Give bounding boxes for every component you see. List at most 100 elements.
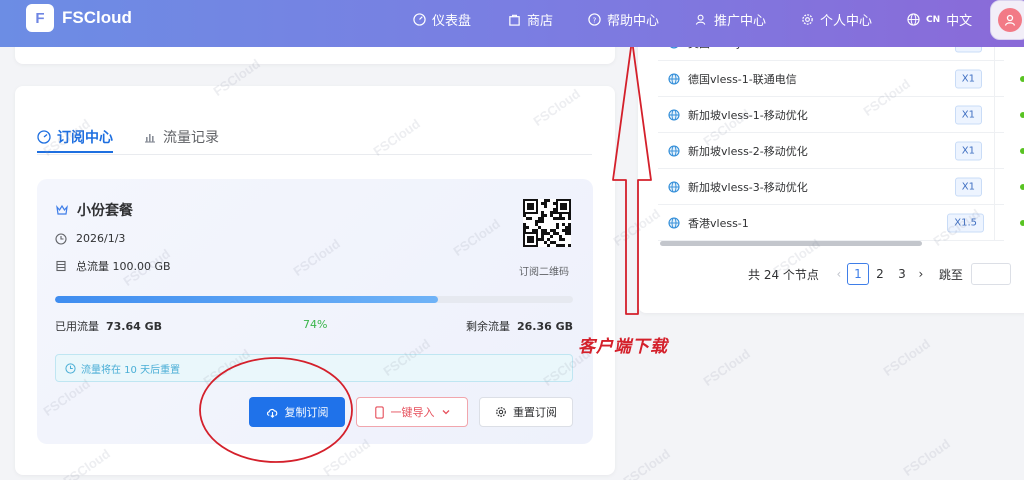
- nav-profile-label: 个人中心: [820, 14, 873, 29]
- online-status-dot: [1020, 184, 1024, 190]
- gear-icon: [802, 14, 813, 25]
- plan-name: 小份套餐: [77, 203, 133, 219]
- tab-traffic-records[interactable]: 流量记录: [143, 122, 219, 152]
- watermark-text: FSCloud: [900, 436, 953, 479]
- nav-promotion[interactable]: 推广中心: [695, 10, 766, 29]
- page-2[interactable]: 2: [869, 263, 891, 285]
- globe-icon: [668, 72, 680, 85]
- node-multiplier: X1.5: [947, 213, 984, 232]
- pagination: 共 24 个节点 ‹ 1 2 3 › 跳至: [748, 263, 1011, 285]
- column-divider: [994, 133, 995, 168]
- nav-promotion-label: 推广中心: [714, 14, 767, 29]
- tab-divider: [37, 154, 592, 155]
- mobile-icon: [374, 405, 384, 419]
- nav-language[interactable]: CN 中文: [907, 10, 972, 29]
- column-divider: [994, 205, 995, 240]
- page-3[interactable]: 3: [891, 263, 913, 285]
- node-name: 新加坡vless-3-移动优化: [688, 180, 808, 194]
- globe-icon: [907, 13, 920, 26]
- node-row[interactable]: 德国vless-1-联通电信 X1: [658, 61, 1024, 97]
- node-name: 香港vless-1: [688, 216, 749, 230]
- gauge-icon: [37, 130, 51, 144]
- jump-label: 跳至: [938, 267, 963, 282]
- traffic-progress-fill: [55, 296, 439, 303]
- help-icon: ?: [588, 13, 601, 26]
- nav-shop[interactable]: 商店: [508, 10, 553, 29]
- node-row[interactable]: 新加坡vless-2-移动优化 X1: [658, 133, 1024, 169]
- node-row[interactable]: 新加坡vless-3-移动优化 X1: [658, 169, 1024, 205]
- bar-chart-icon: [145, 134, 155, 143]
- online-status-dot: [1020, 76, 1024, 82]
- reset-subscription-button[interactable]: 重置订阅: [479, 397, 573, 427]
- top-navigation-bar: F FSCloud 仪表盘 商店 ? 帮助中心 推广中心 个人中心 CN 中文: [0, 0, 1024, 47]
- tab-subscription-label: 订阅中心: [57, 130, 113, 146]
- subscription-qr-code[interactable]: [523, 199, 571, 247]
- chevron-down-icon: [442, 410, 449, 415]
- tab-subscription[interactable]: 订阅中心: [37, 122, 113, 153]
- node-name: 新加坡vless-1-移动优化: [688, 108, 808, 122]
- traffic-progress-bar: [55, 296, 573, 303]
- watermark-text: FSCloud: [620, 446, 673, 480]
- crown-icon: [56, 204, 68, 215]
- client-download-annotation: 客户端下载: [578, 337, 668, 357]
- node-multiplier: X1: [954, 69, 982, 88]
- shop-icon: [509, 14, 520, 26]
- used-traffic: 已用流量 73.64 GB: [55, 318, 162, 334]
- horizontal-scrollbar[interactable]: [660, 241, 922, 246]
- subscription-panel: 订阅中心 流量记录 小份套餐 2026/1/3 总流量 100.00 GB 订阅…: [15, 86, 615, 475]
- svg-text:?: ?: [593, 15, 597, 24]
- one-click-import-label: 一键导入: [390, 406, 435, 419]
- copy-subscription-button[interactable]: 复制订阅: [249, 397, 345, 427]
- remaining-traffic-value: 26.36 GB: [516, 320, 573, 333]
- avatar[interactable]: [990, 0, 1024, 40]
- qr-label: 订阅二维码: [519, 267, 569, 278]
- globe-icon: [668, 144, 680, 157]
- language-flag: CN: [926, 14, 941, 25]
- nav-profile[interactable]: 个人中心: [801, 10, 872, 29]
- online-status-dot: [1020, 148, 1024, 154]
- node-row[interactable]: 香港vless-1 X1.5: [658, 205, 1024, 241]
- users-icon: [695, 14, 706, 25]
- prev-page-icon[interactable]: ‹: [831, 267, 847, 281]
- node-multiplier: X1: [954, 141, 982, 160]
- node-name: 德国vless-1-联通电信: [688, 72, 797, 86]
- logo-icon[interactable]: F: [26, 4, 54, 32]
- plan-title: 小份套餐: [55, 200, 133, 220]
- remaining-traffic-label: 剩余流量: [465, 320, 510, 333]
- next-page-icon[interactable]: ›: [913, 267, 929, 281]
- nav-dashboard[interactable]: 仪表盘: [413, 10, 471, 29]
- node-list-panel: 美国SP-Hysteria2X1德国vless-1-联通电信X1新加坡vless…: [638, 30, 1024, 313]
- user-icon: [998, 8, 1022, 32]
- node-name: 新加坡vless-2-移动优化: [688, 144, 808, 158]
- dashboard-icon: [413, 13, 426, 26]
- nav-shop-label: 商店: [527, 14, 554, 29]
- node-row[interactable]: 新加坡vless-1-移动优化 X1: [658, 97, 1024, 133]
- cloud-download-icon: [266, 408, 277, 418]
- globe-icon: [668, 216, 680, 229]
- nav-help[interactable]: ? 帮助中心: [588, 10, 659, 29]
- storage-icon: [56, 260, 66, 272]
- copy-subscription-label: 复制订阅: [284, 406, 329, 419]
- one-click-import-button[interactable]: 一键导入: [356, 397, 468, 427]
- reset-subscription-label: 重置订阅: [513, 406, 557, 419]
- column-divider: [994, 169, 995, 204]
- clock-icon: [55, 232, 67, 245]
- node-multiplier: X1: [954, 177, 982, 196]
- clock-icon: [65, 362, 76, 374]
- globe-icon: [668, 108, 680, 121]
- nav-dashboard-label: 仪表盘: [432, 14, 472, 29]
- watermark-text: FSCloud: [700, 346, 753, 389]
- brand-name[interactable]: FSCloud: [62, 8, 132, 28]
- node-multiplier: X1: [954, 105, 982, 124]
- total-traffic-row: 总流量 100.00 GB: [55, 258, 171, 274]
- watermark-text: FSCloud: [880, 336, 933, 379]
- jump-page-input[interactable]: [970, 263, 1011, 285]
- globe-icon: [668, 180, 680, 193]
- expire-row: 2026/1/3: [55, 232, 125, 245]
- plan-card: 小份套餐 2026/1/3 总流量 100.00 GB 订阅二维码 已用流量 7…: [37, 179, 593, 444]
- node-total: 共 24 个节点: [748, 267, 819, 282]
- page-1[interactable]: 1: [846, 263, 869, 285]
- tab-bar: 订阅中心 流量记录: [37, 122, 219, 153]
- nav-help-label: 帮助中心: [607, 14, 660, 29]
- used-traffic-label: 已用流量: [55, 320, 99, 333]
